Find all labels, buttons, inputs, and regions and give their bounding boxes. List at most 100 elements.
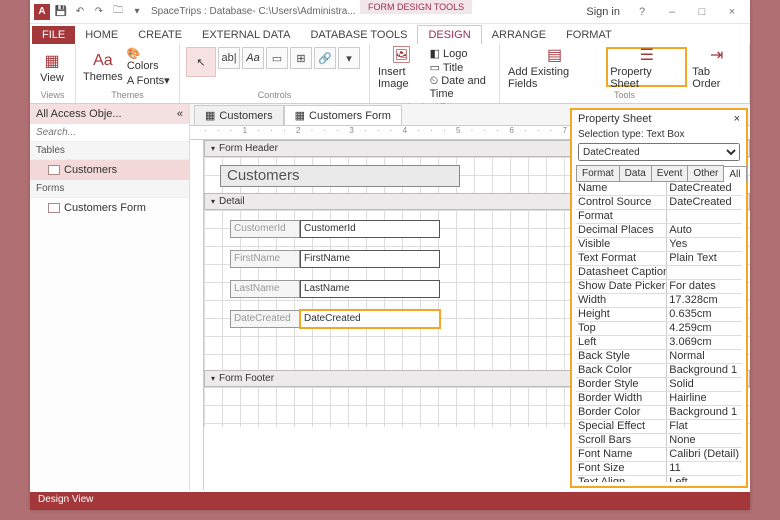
- property-row[interactable]: Decimal PlacesAuto: [576, 224, 742, 238]
- document-tab[interactable]: ▦Customers: [194, 105, 284, 125]
- tab-home[interactable]: HOME: [75, 26, 128, 44]
- property-tab[interactable]: All: [723, 166, 746, 182]
- property-row[interactable]: Width17.328cm: [576, 294, 742, 308]
- property-value[interactable]: 11: [667, 462, 742, 475]
- property-value[interactable]: Flat: [667, 420, 742, 433]
- property-value[interactable]: [667, 210, 742, 223]
- title-button[interactable]: ▭ Title: [430, 61, 493, 74]
- property-row[interactable]: Left3.069cm: [576, 336, 742, 350]
- property-row[interactable]: Text FormatPlain Text: [576, 252, 742, 266]
- themes-button[interactable]: AaThemes: [82, 47, 124, 87]
- tab-control[interactable]: ⊞: [290, 47, 312, 69]
- property-row[interactable]: Special EffectFlat: [576, 420, 742, 434]
- property-value[interactable]: 3.069cm: [667, 336, 742, 349]
- maximize-button[interactable]: □: [688, 2, 716, 22]
- property-value[interactable]: None: [667, 434, 742, 447]
- field-label[interactable]: LastName: [230, 280, 300, 298]
- help-button[interactable]: ?: [628, 2, 656, 22]
- property-value[interactable]: Hairline: [667, 392, 742, 405]
- property-row[interactable]: Text AlignLeft: [576, 476, 742, 482]
- property-value[interactable]: Left: [667, 476, 742, 482]
- property-row[interactable]: Back StyleNormal: [576, 350, 742, 364]
- field-label[interactable]: DateCreated: [230, 310, 300, 328]
- property-row[interactable]: Height0.635cm: [576, 308, 742, 322]
- tab-database-tools[interactable]: DATABASE TOOLS: [300, 26, 417, 44]
- minimize-button[interactable]: –: [658, 2, 686, 22]
- form-field[interactable]: FirstNameFirstName: [230, 250, 440, 268]
- tab-design[interactable]: DESIGN: [417, 25, 481, 44]
- document-tab[interactable]: ▦Customers Form: [284, 105, 402, 125]
- property-row[interactable]: Datasheet Caption: [576, 266, 742, 280]
- view-button[interactable]: ▦View: [36, 47, 68, 87]
- undo-icon[interactable]: ↶: [72, 4, 88, 20]
- select-tool[interactable]: ↖: [186, 47, 216, 77]
- nav-title[interactable]: All Access Obje...: [36, 108, 122, 120]
- property-value[interactable]: Background 1: [667, 406, 742, 419]
- form-field[interactable]: LastNameLastName: [230, 280, 440, 298]
- insert-image-button[interactable]: 🖼Insert Image: [376, 47, 427, 87]
- tab-create[interactable]: CREATE: [128, 26, 192, 44]
- property-row[interactable]: Font NameCalibri (Detail): [576, 448, 742, 462]
- property-row[interactable]: Scroll BarsNone: [576, 434, 742, 448]
- property-value[interactable]: Solid: [667, 378, 742, 391]
- property-value[interactable]: DateCreated: [667, 182, 742, 195]
- sign-in-link[interactable]: Sign in: [586, 6, 620, 18]
- form-title-label[interactable]: Customers: [220, 165, 460, 187]
- more-controls[interactable]: ▾: [338, 47, 360, 69]
- logo-button[interactable]: ◧ Logo: [430, 47, 493, 60]
- property-row[interactable]: Border ColorBackground 1: [576, 406, 742, 420]
- tab-order-button[interactable]: ⇥Tab Order: [690, 47, 743, 87]
- field-textbox[interactable]: LastName: [300, 280, 440, 298]
- property-object-select[interactable]: DateCreated: [578, 143, 740, 161]
- property-row[interactable]: Top4.259cm: [576, 322, 742, 336]
- datetime-button[interactable]: ⏲ Date and Time: [430, 75, 493, 100]
- property-row[interactable]: Font Size11: [576, 462, 742, 476]
- property-value[interactable]: DateCreated: [667, 196, 742, 209]
- property-value[interactable]: 4.259cm: [667, 322, 742, 335]
- property-sheet-button[interactable]: ☰Property Sheet: [606, 47, 687, 87]
- colors-button[interactable]: 🎨 Colors: [127, 47, 173, 72]
- nav-section[interactable]: Forms: [30, 180, 189, 198]
- tab-arrange[interactable]: ARRANGE: [482, 26, 556, 44]
- tab-format[interactable]: FORMAT: [556, 26, 622, 44]
- property-value[interactable]: 0.635cm: [667, 308, 742, 321]
- property-tab[interactable]: Other: [687, 165, 724, 181]
- property-value[interactable]: Background 1: [667, 364, 742, 377]
- redo-icon[interactable]: ↷: [91, 4, 107, 20]
- property-value[interactable]: For dates: [667, 280, 742, 293]
- nav-section[interactable]: Tables: [30, 142, 189, 160]
- property-value[interactable]: Yes: [667, 238, 742, 251]
- property-row[interactable]: Border StyleSolid: [576, 378, 742, 392]
- save-icon[interactable]: 💾: [53, 4, 69, 20]
- property-row[interactable]: Back ColorBackground 1: [576, 364, 742, 378]
- property-value[interactable]: [667, 266, 742, 279]
- property-value[interactable]: Auto: [667, 224, 742, 237]
- property-row[interactable]: Format: [576, 210, 742, 224]
- property-row[interactable]: Show Date PickerFor dates: [576, 280, 742, 294]
- property-tab[interactable]: Format: [576, 165, 620, 181]
- folder-icon[interactable]: 🗀: [110, 4, 126, 20]
- qat-customize-icon[interactable]: ▾: [129, 4, 145, 20]
- property-row[interactable]: VisibleYes: [576, 238, 742, 252]
- property-row[interactable]: Border WidthHairline: [576, 392, 742, 406]
- hyperlink-control[interactable]: 🔗: [314, 47, 336, 69]
- nav-collapse-icon[interactable]: «: [177, 108, 183, 120]
- nav-item[interactable]: Customers: [30, 160, 189, 180]
- property-value[interactable]: Normal: [667, 350, 742, 363]
- property-tab[interactable]: Event: [651, 165, 689, 181]
- property-sheet-close-icon[interactable]: ×: [734, 113, 740, 125]
- fonts-button[interactable]: A Fonts▾: [127, 74, 173, 87]
- nav-item[interactable]: Customers Form: [30, 198, 189, 218]
- property-row[interactable]: Control SourceDateCreated: [576, 196, 742, 210]
- button-control[interactable]: ▭: [266, 47, 288, 69]
- add-existing-fields-button[interactable]: ▤Add Existing Fields: [506, 47, 603, 87]
- field-textbox[interactable]: CustomerId: [300, 220, 440, 238]
- tab-file[interactable]: FILE: [32, 26, 75, 44]
- property-value[interactable]: Calibri (Detail): [667, 448, 742, 461]
- tab-external-data[interactable]: EXTERNAL DATA: [192, 26, 300, 44]
- field-textbox[interactable]: DateCreated: [300, 310, 440, 328]
- form-field[interactable]: DateCreatedDateCreated: [230, 310, 440, 328]
- field-label[interactable]: CustomerId: [230, 220, 300, 238]
- close-button[interactable]: ×: [718, 2, 746, 22]
- property-row[interactable]: NameDateCreated: [576, 182, 742, 196]
